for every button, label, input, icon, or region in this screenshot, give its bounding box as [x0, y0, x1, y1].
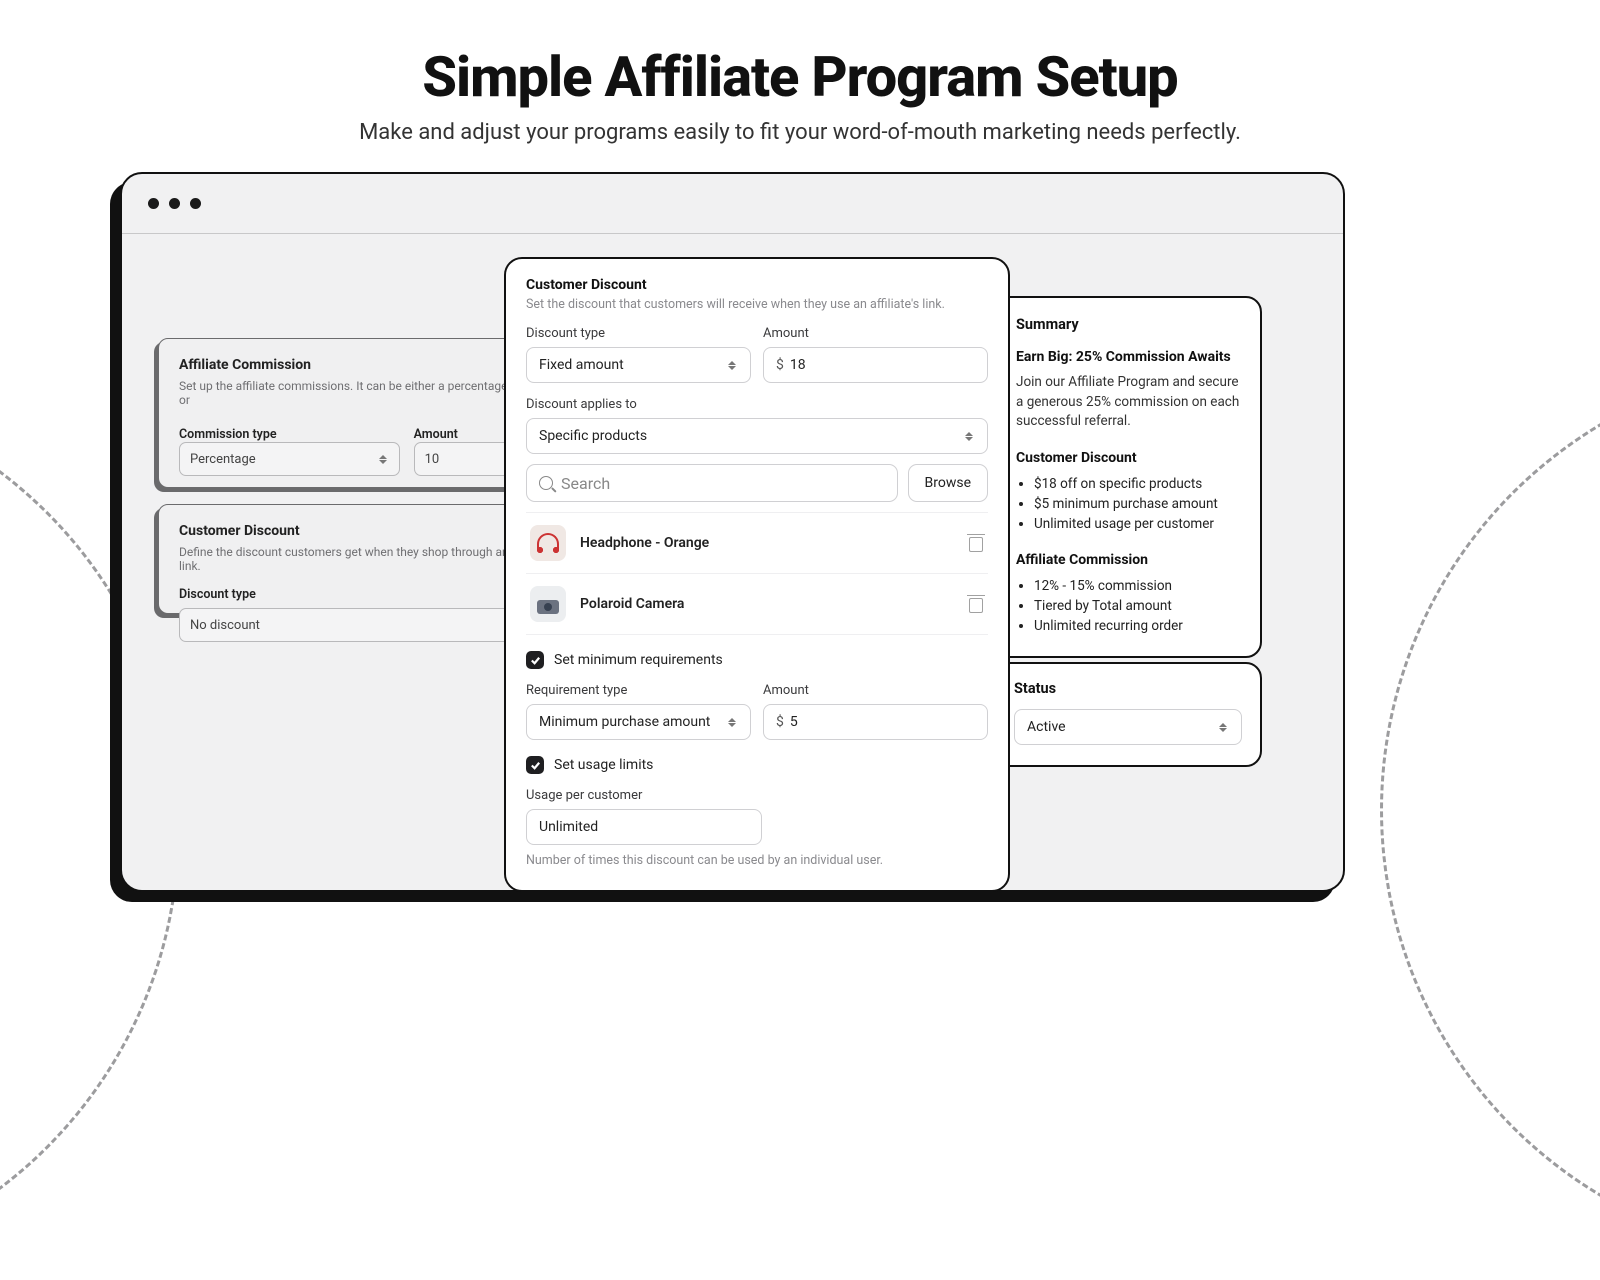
summary-panel: Summary Earn Big: 25% Commission Awaits …: [994, 296, 1262, 658]
usage-limits-checkbox[interactable]: [526, 756, 544, 774]
requirement-amount-label: Amount: [763, 683, 988, 698]
min-requirements-label: Set minimum requirements: [554, 652, 723, 668]
product-search-input[interactable]: Search: [526, 464, 898, 502]
discount-type-select[interactable]: Fixed amount: [526, 347, 751, 383]
product-thumbnail-camera: [530, 586, 566, 622]
summary-cd-list: $18 off on specific products $5 minimum …: [1034, 474, 1240, 534]
page-title: Simple Affiliate Program Setup: [0, 44, 1600, 110]
discount-type-label: Discount type: [526, 326, 751, 341]
chevron-updown-icon: [965, 429, 975, 443]
summary-ac-title: Affiliate Commission: [1016, 552, 1240, 568]
discount-amount-label: Amount: [763, 326, 988, 341]
discount-type-value: No discount: [190, 618, 260, 633]
commission-type-label: Commission type: [179, 427, 400, 442]
requirement-amount-value: 5: [790, 714, 798, 730]
summary-title: Summary: [1016, 316, 1240, 333]
discount-amount-input[interactable]: $ 18: [763, 347, 988, 383]
product-name: Polaroid Camera: [580, 596, 954, 612]
summary-ac-list: 12% - 15% commission Tiered by Total amo…: [1034, 576, 1240, 636]
check-icon: [530, 760, 541, 771]
summary-item: Unlimited recurring order: [1034, 616, 1240, 636]
product-list: Headphone - Orange Polaroid Camera: [526, 512, 988, 635]
summary-item: Tiered by Total amount: [1034, 596, 1240, 616]
usage-per-customer-value: Unlimited: [539, 819, 598, 835]
summary-cd-title: Customer Discount: [1016, 450, 1240, 466]
window-close-icon[interactable]: [148, 198, 159, 209]
status-value: Active: [1027, 719, 1066, 735]
applies-to-value: Specific products: [539, 428, 647, 444]
product-name: Headphone - Orange: [580, 535, 954, 551]
product-row: Polaroid Camera: [526, 574, 988, 635]
usage-per-customer-input[interactable]: Unlimited: [526, 809, 762, 845]
panel-title: Customer Discount: [526, 277, 988, 293]
usage-per-customer-label: Usage per customer: [526, 788, 988, 803]
requirement-type-value: Minimum purchase amount: [539, 714, 710, 730]
decorative-arc-right: [1380, 360, 1600, 1260]
applies-to-label: Discount applies to: [526, 397, 988, 412]
search-icon: [539, 476, 553, 490]
trash-icon[interactable]: [968, 534, 984, 552]
window-zoom-icon[interactable]: [190, 198, 201, 209]
chevron-updown-icon: [379, 452, 389, 466]
usage-help-text: Number of times this discount can be use…: [526, 853, 988, 868]
summary-item: Unlimited usage per customer: [1034, 514, 1240, 534]
usage-limits-label: Set usage limits: [554, 757, 653, 773]
summary-headline: Earn Big: 25% Commission Awaits: [1016, 349, 1240, 365]
window-titlebar: [122, 174, 1343, 234]
chevron-updown-icon: [1219, 720, 1229, 734]
discount-type-value: Fixed amount: [539, 357, 624, 373]
status-title: Status: [1014, 680, 1242, 697]
panel-subtitle: Set the discount that customers will rec…: [526, 297, 988, 312]
commission-type-select[interactable]: Percentage: [179, 442, 400, 476]
browse-button[interactable]: Browse: [908, 464, 988, 502]
product-row: Headphone - Orange: [526, 513, 988, 574]
summary-item: $5 minimum purchase amount: [1034, 494, 1240, 514]
summary-item: 12% - 15% commission: [1034, 576, 1240, 596]
customer-discount-panel: Customer Discount Set the discount that …: [504, 257, 1010, 892]
summary-body: Join our Affiliate Program and secure a …: [1016, 373, 1240, 432]
hero: Simple Affiliate Program Setup Make and …: [0, 0, 1600, 145]
commission-amount-value: 10: [425, 452, 440, 467]
applies-to-select[interactable]: Specific products: [526, 418, 988, 454]
page-subtitle: Make and adjust your programs easily to …: [0, 120, 1600, 145]
commission-type-value: Percentage: [190, 452, 256, 467]
status-select[interactable]: Active: [1014, 709, 1242, 745]
currency-prefix: $: [776, 714, 784, 730]
trash-icon[interactable]: [968, 595, 984, 613]
status-panel: Status Active: [994, 662, 1262, 767]
window-minimize-icon[interactable]: [169, 198, 180, 209]
browse-label: Browse: [925, 475, 971, 491]
min-requirements-checkbox[interactable]: [526, 651, 544, 669]
product-thumbnail-headphone: [530, 525, 566, 561]
requirement-amount-input[interactable]: $ 5: [763, 704, 988, 740]
window-controls: [148, 198, 201, 209]
search-placeholder: Search: [561, 474, 610, 493]
chevron-updown-icon: [728, 358, 738, 372]
requirement-type-label: Requirement type: [526, 683, 751, 698]
check-icon: [530, 655, 541, 666]
summary-item: $18 off on specific products: [1034, 474, 1240, 494]
discount-amount-value: 18: [790, 357, 806, 373]
currency-prefix: $: [776, 357, 784, 373]
chevron-updown-icon: [728, 715, 738, 729]
requirement-type-select[interactable]: Minimum purchase amount: [526, 704, 751, 740]
